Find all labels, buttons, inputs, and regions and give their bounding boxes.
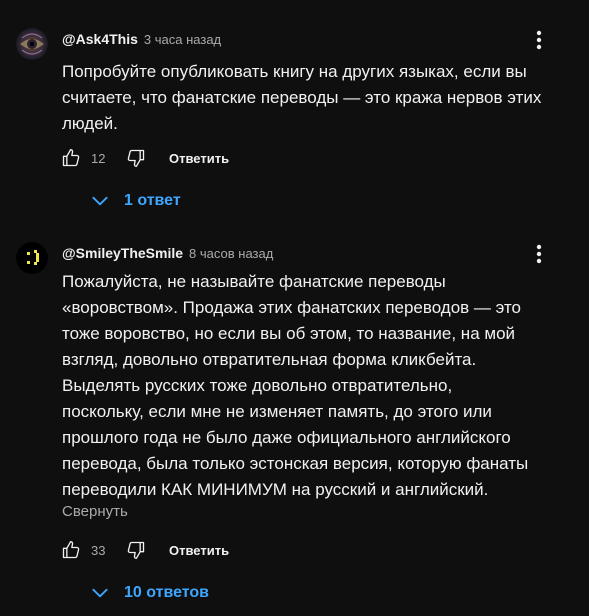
replies-count-label: 10 ответов <box>124 584 209 601</box>
avatar[interactable] <box>16 242 48 274</box>
comment-text-line: «воровством». Продажа этих фанатских пер… <box>62 298 522 317</box>
comment-actions: 12 Ответить <box>60 146 229 170</box>
dislike-button[interactable] <box>125 539 147 561</box>
reply-button[interactable]: Ответить <box>169 151 229 166</box>
comments-section: @Ask4This 3 часа назад Попробуйте опубли… <box>0 0 589 616</box>
comment-text-line: тоже воровство, но если вы об этом, то н… <box>62 324 516 343</box>
avatar[interactable] <box>16 28 48 60</box>
comment-text-line: считаете, что фанатские переводы — это к… <box>62 88 542 107</box>
thumb-up-icon <box>62 541 80 559</box>
thumb-down-icon <box>127 541 145 559</box>
more-options-button[interactable] <box>528 28 550 52</box>
more-options-button[interactable] <box>528 242 550 266</box>
chevron-down-icon <box>88 189 112 213</box>
comment-text-line: Выделять русских тоже довольно отвратите… <box>62 376 453 395</box>
comment-header: @Ask4This 3 часа назад <box>62 31 221 51</box>
comment-time[interactable]: 3 часа назад <box>144 32 221 47</box>
comment-text-line: взгляд, довольно отвратительная форма кл… <box>62 350 477 369</box>
show-replies-button[interactable]: 1 ответ <box>88 189 181 213</box>
comment-text-line: людей. <box>62 114 118 133</box>
comment-time[interactable]: 8 часов назад <box>189 246 273 261</box>
thumb-down-icon <box>127 149 145 167</box>
comment-text-line: поскольку, если мне не изменяет память, … <box>62 402 492 421</box>
comment-actions: 33 Ответить <box>60 538 229 562</box>
like-count: 12 <box>91 150 106 166</box>
comment-text: Попробуйте опубликовать книгу на других … <box>62 59 572 137</box>
more-vert-icon <box>536 30 542 50</box>
author-name[interactable]: @SmileyTheSmile <box>62 245 183 261</box>
replies-count-label: 1 ответ <box>124 192 181 209</box>
author-name[interactable]: @Ask4This <box>62 31 138 47</box>
comment-text-line: Попробуйте опубликовать книгу на других … <box>62 62 527 81</box>
eye-avatar-icon <box>16 28 48 60</box>
thumb-up-icon <box>62 149 80 167</box>
chevron-down-icon <box>88 581 112 605</box>
show-replies-button[interactable]: 10 ответов <box>88 581 209 605</box>
dislike-button[interactable] <box>125 147 147 169</box>
comment-header: @SmileyTheSmile 8 часов назад <box>62 245 273 265</box>
collapse-button[interactable]: Свернуть <box>62 503 128 520</box>
like-count: 33 <box>91 542 106 558</box>
smiley-avatar-icon <box>16 242 48 274</box>
like-button[interactable] <box>60 539 82 561</box>
reply-button[interactable]: Ответить <box>169 543 229 558</box>
comment-text-line: перевода, была только эстонская версия, … <box>62 454 529 473</box>
like-button[interactable] <box>60 147 82 169</box>
comment-text-line: прошлого года не было даже официального … <box>62 428 511 447</box>
comment-text: Пожалуйста, не называйте фанатские перев… <box>62 269 572 503</box>
comment-text-line: переводили КАК МИНИМУМ на русский и англ… <box>62 480 489 499</box>
comment-text-line: Пожалуйста, не называйте фанатские перев… <box>62 272 446 291</box>
more-vert-icon <box>536 244 542 264</box>
